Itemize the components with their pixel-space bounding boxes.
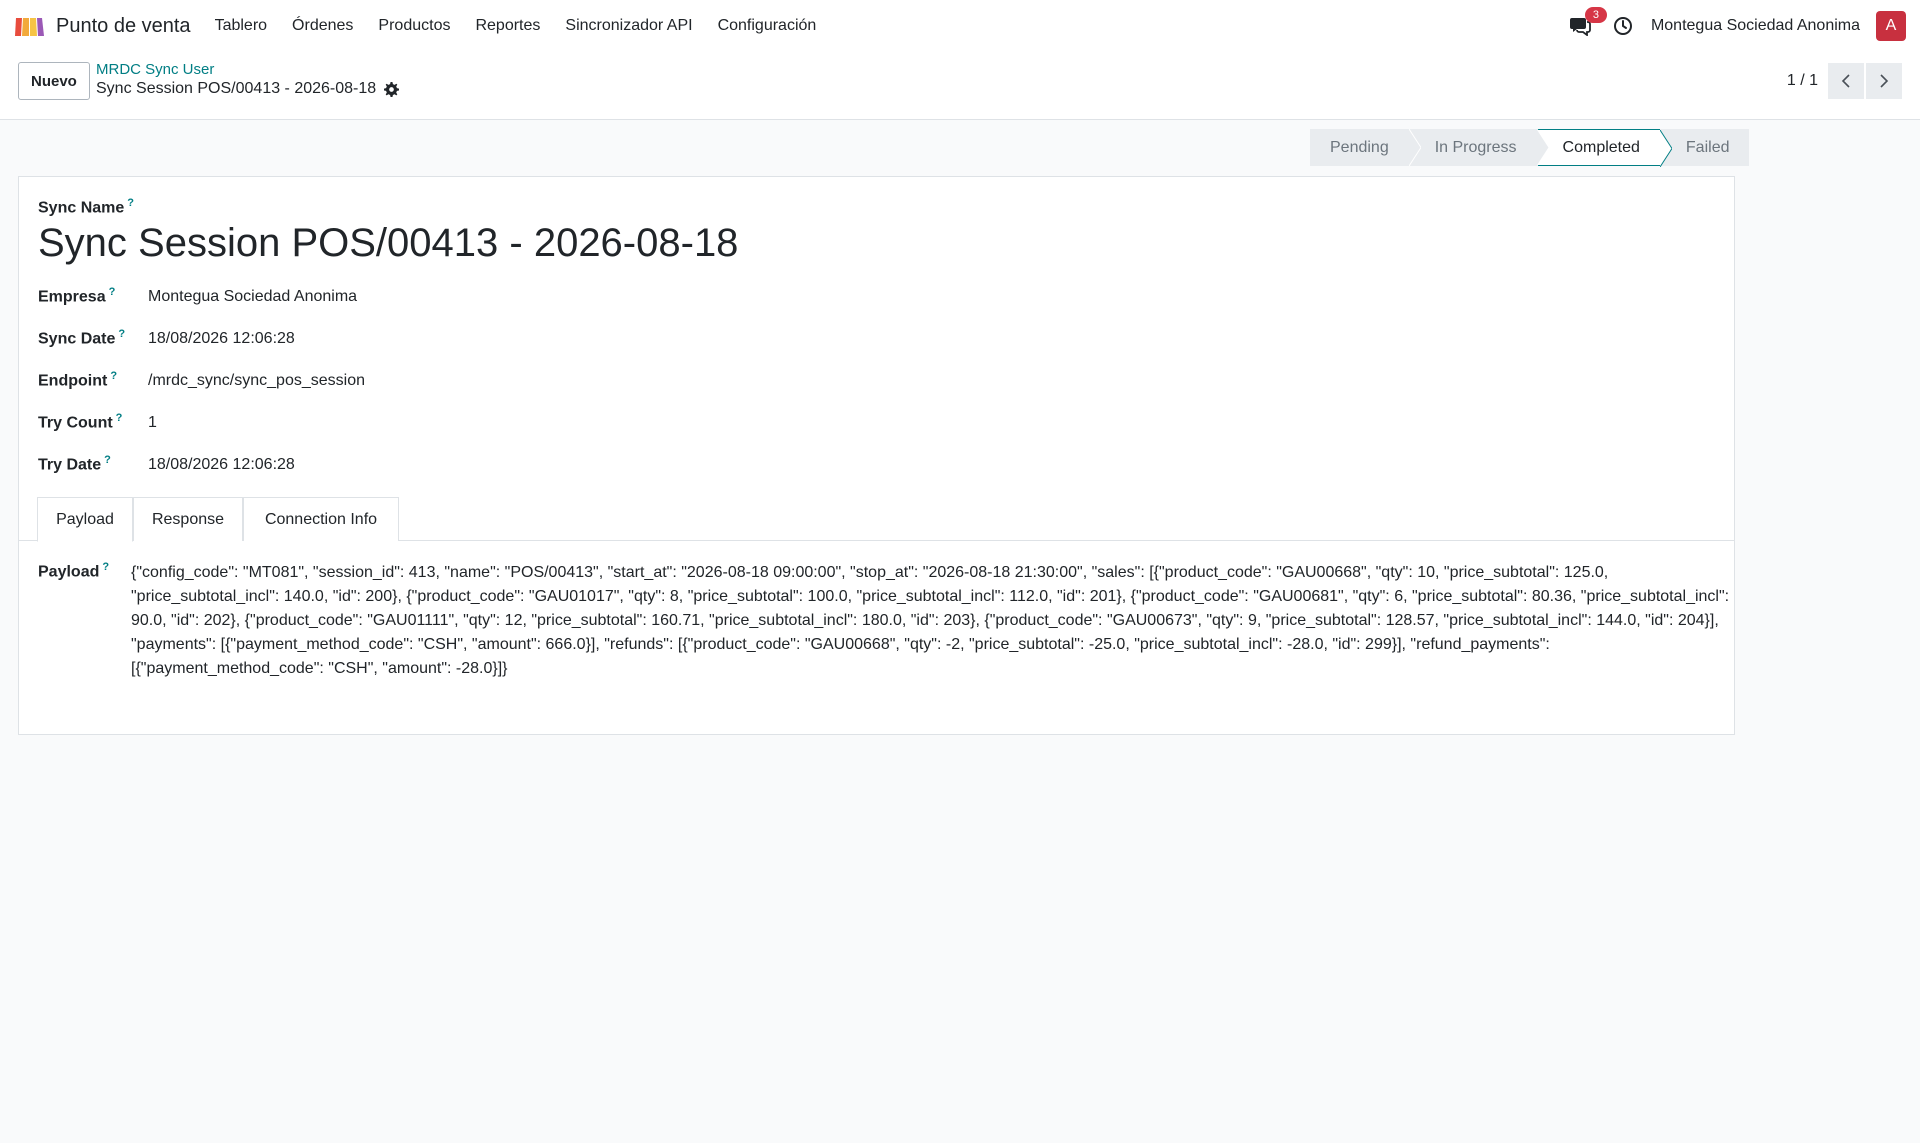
control-panel: Nuevo MRDC Sync User Sync Session POS/00…: [0, 52, 1920, 120]
tab-connection-info[interactable]: Connection Info: [243, 497, 399, 541]
field-label: Empresa?: [38, 286, 116, 306]
status-arrow: [1536, 129, 1549, 166]
menu-item-productos[interactable]: Productos: [378, 17, 450, 35]
help-tooltip-icon[interactable]: ?: [110, 370, 117, 382]
status-step-completed[interactable]: Completed: [1536, 129, 1672, 167]
menu-item-tablero[interactable]: Tablero: [215, 17, 267, 35]
menu-item-configuracion[interactable]: Configuración: [718, 17, 817, 35]
breadcrumb: MRDC Sync User Sync Session POS/00413 - …: [96, 61, 400, 98]
top-navbar: Punto de venta Tablero Órdenes Productos…: [0, 0, 1920, 52]
menu-item-ordenes[interactable]: Órdenes: [292, 17, 353, 35]
status-step-pending[interactable]: Pending: [1310, 129, 1421, 166]
field-label: Try Count?: [38, 412, 123, 432]
notebook-tabs: Payload Response Connection Info: [19, 497, 1734, 542]
tab-payload[interactable]: Payload: [37, 497, 133, 542]
breadcrumb-parent-link[interactable]: MRDC Sync User: [96, 61, 399, 78]
status-step-failed[interactable]: Failed: [1659, 129, 1750, 166]
status-step-in-progress[interactable]: In Progress: [1408, 129, 1549, 166]
empresa-field[interactable]: Montegua Sociedad Anonima: [148, 288, 357, 306]
help-tooltip-icon[interactable]: ?: [104, 454, 111, 466]
field-row-try-date: Try Date? 18/08/2026 12:06:28: [38, 454, 1238, 474]
help-tooltip-icon[interactable]: ?: [127, 197, 134, 209]
field-row-empresa: Empresa? Montegua Sociedad Anonima: [38, 286, 1238, 306]
help-tooltip-icon[interactable]: ?: [116, 412, 123, 424]
help-tooltip-icon[interactable]: ?: [102, 561, 109, 573]
field-row-sync-date: Sync Date? 18/08/2026 12:06:28: [38, 328, 1238, 348]
status-step-label: Pending: [1330, 138, 1389, 156]
sync-name-label: Sync Name?: [38, 197, 134, 217]
try-date-field[interactable]: 18/08/2026 12:06:28: [148, 456, 295, 474]
status-bar: Pending In Progress Completed Failed: [1310, 129, 1750, 167]
pos-app-icon[interactable]: [14, 13, 46, 39]
pager-previous-button[interactable]: [1828, 63, 1864, 99]
navbar-systray: 3 Montegua Sociedad Anonima A: [1569, 7, 1906, 41]
breadcrumb-current-label: Sync Session POS/00413 - 2026-08-18: [96, 80, 377, 97]
user-avatar[interactable]: A: [1876, 11, 1906, 41]
status-step-label: Failed: [1685, 138, 1730, 156]
chevron-right-icon: [1880, 74, 1889, 88]
field-label: Try Date?: [38, 454, 111, 474]
payload-field[interactable]: {"config_code": "MT081", "session_id": 4…: [131, 561, 1731, 681]
gear-icon[interactable]: [384, 81, 400, 97]
sync-date-field[interactable]: 18/08/2026 12:06:28: [148, 330, 295, 348]
menu-item-reportes[interactable]: Reportes: [475, 17, 540, 35]
status-step-label: In Progress: [1434, 138, 1517, 156]
tab-response[interactable]: Response: [133, 497, 243, 541]
help-tooltip-icon[interactable]: ?: [118, 328, 125, 340]
field-row-endpoint: Endpoint? /mrdc_sync/sync_pos_session: [38, 370, 1238, 390]
breadcrumb-current: Sync Session POS/00413 - 2026-08-18: [96, 80, 400, 98]
payload-label: Payload?: [38, 561, 110, 581]
field-label: Sync Date?: [38, 328, 126, 348]
try-count-field[interactable]: 1: [148, 414, 157, 432]
record-pager: 1 / 1: [1787, 63, 1902, 99]
form-sheet: Sync Name? Sync Session POS/00413 - 2026…: [18, 176, 1735, 735]
app-name[interactable]: Punto de venta: [56, 15, 191, 38]
menu-item-sincronizador-api[interactable]: Sincronizador API: [565, 17, 692, 35]
status-step-label: Completed: [1562, 138, 1640, 156]
company-switcher[interactable]: Montegua Sociedad Anonima: [1651, 17, 1860, 35]
help-tooltip-icon[interactable]: ?: [109, 286, 116, 298]
status-arrow: [1659, 130, 1672, 167]
field-label: Endpoint?: [38, 370, 118, 390]
chevron-left-icon: [1841, 74, 1850, 88]
status-arrow: [1408, 129, 1421, 166]
sync-name-field[interactable]: Sync Session POS/00413 - 2026-08-18: [38, 221, 738, 266]
endpoint-field[interactable]: /mrdc_sync/sync_pos_session: [148, 372, 365, 390]
pager-value[interactable]: 1 / 1: [1787, 72, 1818, 90]
chat-icon[interactable]: 3: [1569, 7, 1607, 39]
clock-icon[interactable]: [1613, 15, 1635, 37]
new-button[interactable]: Nuevo: [18, 62, 90, 100]
field-row-try-count: Try Count? 1: [38, 412, 1238, 432]
chat-counter-badge: 3: [1584, 7, 1607, 23]
main-menu: Tablero Órdenes Productos Reportes Sincr…: [215, 17, 842, 35]
pager-next-button[interactable]: [1866, 63, 1902, 99]
